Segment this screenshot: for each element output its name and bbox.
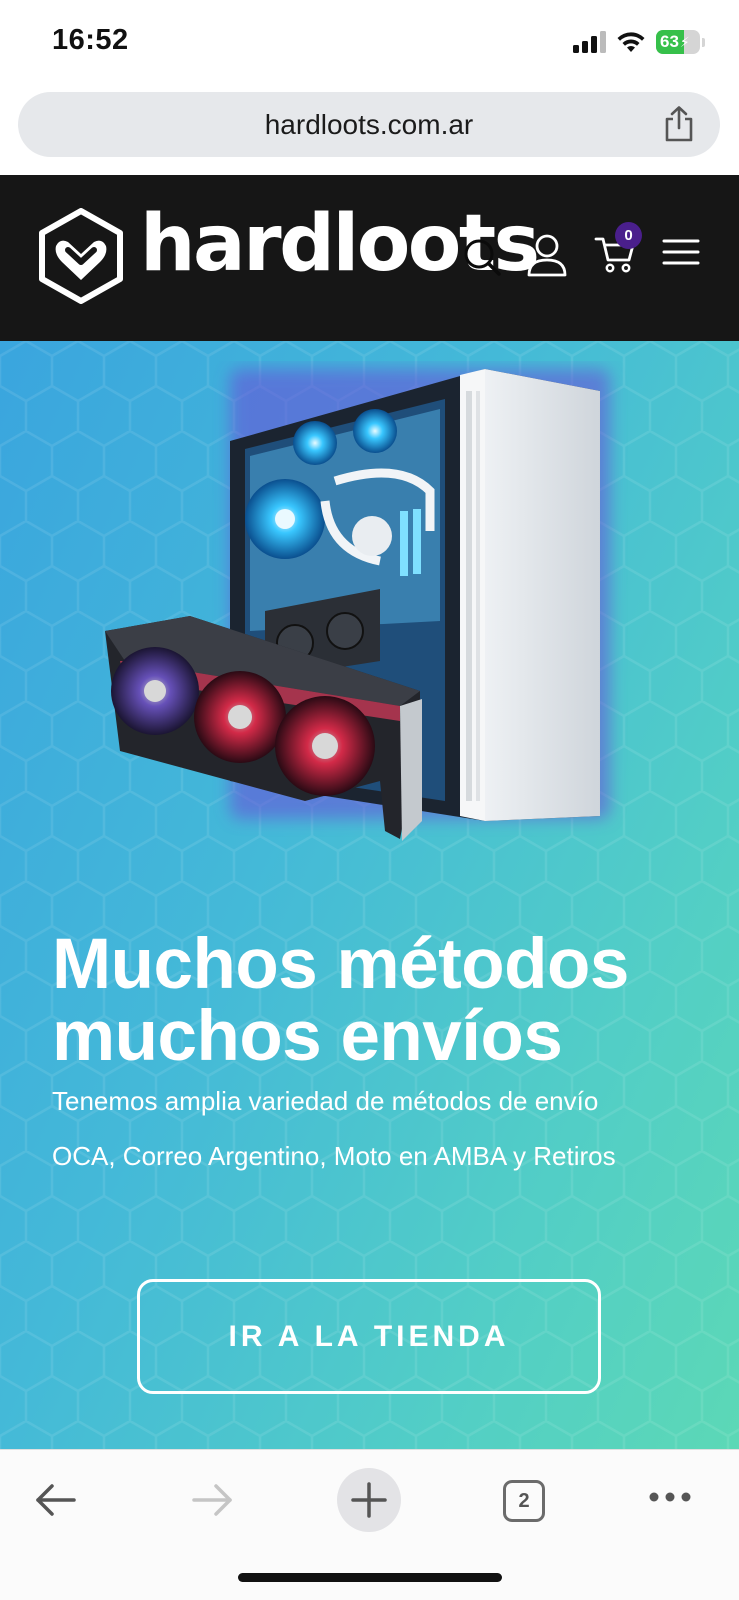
tabs-icon[interactable]: 2: [503, 1480, 545, 1522]
share-icon[interactable]: [662, 105, 696, 143]
pc-and-graphics-card-image: [105, 369, 610, 841]
battery-level: 63: [660, 32, 679, 51]
hero-banner: Muchos métodos muchos envíos Tenemos amp…: [0, 341, 739, 1449]
menu-icon[interactable]: [662, 237, 700, 267]
address-bar[interactable]: hardloots.com.ar: [18, 92, 720, 157]
cart-count-badge[interactable]: 0: [615, 222, 642, 249]
status-icons: 63 ⚡: [573, 30, 705, 54]
battery-cap: [702, 37, 705, 47]
back-arrow-icon[interactable]: [34, 1478, 78, 1522]
more-dots-icon[interactable]: [648, 1490, 692, 1504]
new-tab-button[interactable]: [337, 1468, 401, 1532]
forward-arrow-icon[interactable]: [190, 1478, 234, 1522]
search-icon[interactable]: [462, 237, 502, 277]
url-text[interactable]: hardloots.com.ar: [18, 109, 720, 141]
battery-icon: 63 ⚡: [656, 30, 700, 54]
hero-title: Muchos métodos muchos envíos: [52, 925, 629, 1076]
plus-icon: [351, 1482, 387, 1518]
site-header: hardloots 0: [0, 175, 739, 341]
logo-mark-icon[interactable]: [38, 208, 124, 304]
status-time: 16:52: [52, 24, 129, 56]
status-bar: 16:52 63 ⚡: [0, 0, 739, 88]
go-to-store-button[interactable]: IR A LA TIENDA: [137, 1279, 601, 1394]
user-icon[interactable]: [526, 233, 568, 277]
hero-subtitle-line-2: OCA, Correo Argentino, Moto en AMBA y Re…: [52, 1141, 616, 1171]
hero-subtitle-line-1: Tenemos amplia variedad de métodos de en…: [52, 1086, 599, 1116]
wifi-icon: [617, 32, 645, 52]
home-indicator: [238, 1573, 502, 1582]
signal-bars-icon: [573, 31, 606, 53]
charging-bolt-icon: ⚡: [679, 33, 690, 50]
